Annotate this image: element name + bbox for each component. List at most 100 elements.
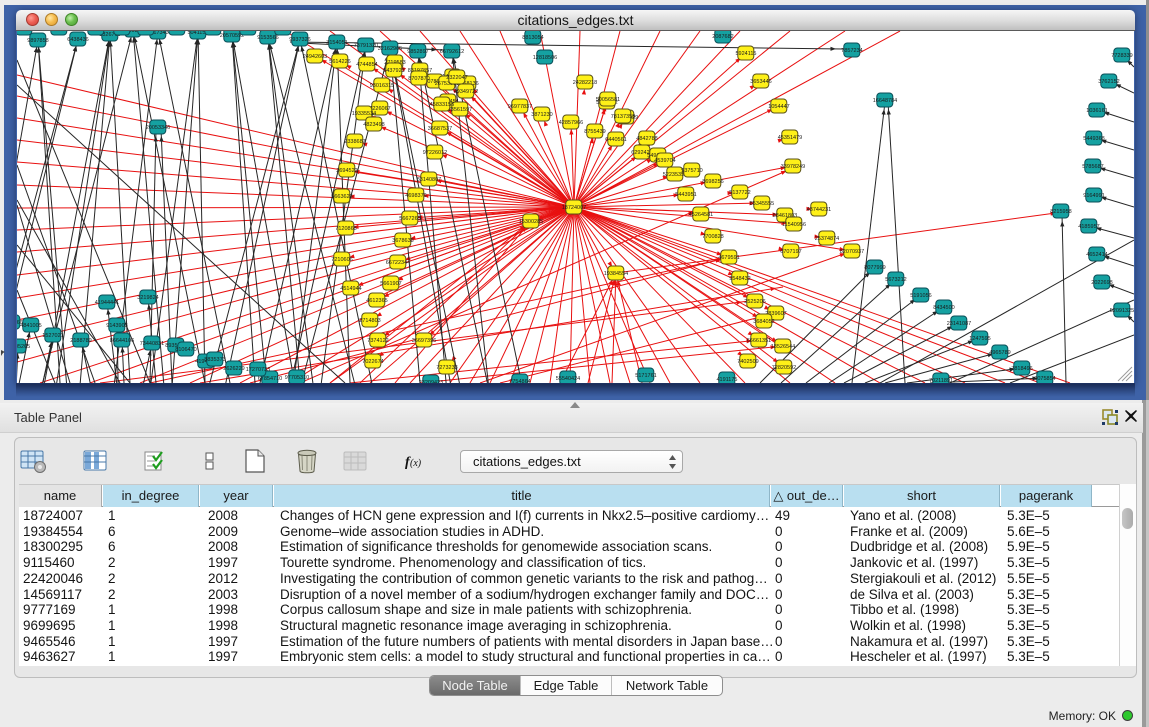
svg-text:2626229: 2626229: [223, 366, 244, 372]
svg-text:49349722: 49349722: [454, 89, 478, 95]
svg-text:7022674: 7022674: [362, 359, 383, 365]
svg-text:5785687: 5785687: [1082, 164, 1103, 170]
svg-text:3684052: 3684052: [753, 319, 774, 325]
svg-text:33978249: 33978249: [781, 164, 805, 170]
svg-text:18526544: 18526544: [771, 344, 795, 350]
svg-text:18724007: 18724007: [562, 205, 586, 211]
svg-text:8215958: 8215958: [1050, 209, 1071, 215]
svg-text:2188789: 2188789: [70, 338, 91, 344]
svg-text:51837852: 51837852: [47, 31, 71, 32]
svg-text:12818506: 12818506: [533, 55, 557, 61]
svg-text:36697396: 36697396: [412, 338, 436, 344]
svg-text:7120868: 7120868: [335, 226, 356, 232]
svg-text:4965789: 4965789: [989, 350, 1010, 356]
svg-text:4860684: 4860684: [237, 31, 258, 32]
svg-text:8813054: 8813054: [522, 35, 543, 41]
svg-text:39557077: 39557077: [271, 31, 295, 32]
svg-text:9937326: 9937326: [289, 37, 310, 43]
svg-text:1247595: 1247595: [969, 336, 990, 342]
svg-text:5663623: 5663623: [331, 194, 352, 200]
svg-text:66661351: 66661351: [747, 338, 771, 344]
svg-text:86644106: 86644106: [110, 338, 134, 344]
svg-text:5443951: 5443951: [675, 192, 696, 198]
svg-text:24282218: 24282218: [573, 80, 597, 86]
svg-text:4185957: 4185957: [1078, 224, 1099, 230]
svg-text:2087682: 2087682: [712, 34, 733, 40]
svg-text:6707197: 6707197: [780, 249, 801, 255]
svg-text:8698256: 8698256: [702, 179, 723, 185]
svg-text:8755439: 8755439: [584, 129, 605, 135]
svg-text:23141087: 23141087: [947, 321, 971, 327]
svg-text:4841005: 4841005: [20, 323, 41, 329]
svg-text:6440561: 6440561: [605, 137, 626, 143]
svg-text:73440831: 73440831: [140, 341, 164, 347]
svg-text:66722344: 66722344: [386, 260, 410, 266]
svg-text:55540424: 55540424: [556, 376, 580, 382]
svg-text:2022698: 2022698: [1091, 280, 1112, 286]
svg-text:85345555: 85345555: [750, 201, 774, 207]
svg-text:82070937: 82070937: [840, 249, 864, 255]
svg-text:36687537: 36687537: [428, 126, 452, 132]
svg-text:3030113: 3030113: [135, 31, 156, 32]
svg-text:7402509: 7402509: [737, 359, 758, 365]
svg-text:7857234: 7857234: [841, 48, 862, 54]
svg-text:97705310: 97705310: [285, 375, 309, 381]
svg-text:24942603: 24942603: [303, 54, 327, 60]
svg-text:5171761: 5171761: [635, 373, 656, 379]
svg-text:4744854: 4744854: [356, 62, 377, 68]
svg-text:8106470: 8106470: [175, 347, 196, 353]
svg-text:4698379: 4698379: [405, 193, 426, 199]
svg-text:4612365: 4612365: [366, 298, 387, 304]
svg-text:9075854: 9075854: [1034, 376, 1055, 382]
svg-text:8077999: 8077999: [864, 265, 885, 271]
svg-text:19335534: 19335534: [352, 111, 376, 117]
svg-text:7700828: 7700828: [702, 234, 723, 240]
svg-text:83140807: 83140807: [417, 177, 441, 183]
svg-text:2694522: 2694522: [336, 168, 357, 174]
svg-text:5673212: 5673212: [885, 277, 906, 283]
svg-text:1527021: 1527021: [42, 333, 63, 339]
svg-text:4842788: 4842788: [636, 136, 657, 142]
svg-text:93016315: 93016315: [370, 83, 394, 89]
svg-text:17270733: 17270733: [246, 367, 270, 373]
svg-text:7210606: 7210606: [331, 257, 352, 263]
svg-text:45833156: 45833156: [430, 102, 454, 108]
svg-text:5191056: 5191056: [910, 293, 931, 299]
svg-text:45351479: 45351479: [778, 135, 802, 141]
svg-text:4539704: 4539704: [654, 158, 675, 164]
svg-text:7818496: 7818496: [1011, 366, 1032, 372]
svg-text:50056581: 50056581: [596, 97, 620, 103]
svg-text:3871230: 3871230: [531, 112, 552, 118]
svg-text:66792612: 66792612: [440, 49, 464, 55]
svg-text:9683481: 9683481: [111, 31, 132, 32]
svg-text:5437923: 5437923: [383, 68, 404, 74]
svg-text:72820592: 72820592: [772, 365, 796, 371]
svg-text:2338687: 2338687: [344, 139, 365, 145]
svg-text:7273233: 7273233: [436, 365, 457, 371]
svg-text:15300285: 15300285: [519, 219, 543, 225]
svg-text:94705205: 94705205: [17, 344, 30, 350]
svg-text:20053346: 20053346: [146, 125, 170, 131]
svg-text:1036161: 1036161: [1086, 108, 1107, 114]
svg-text:5614226: 5614226: [329, 59, 350, 65]
svg-text:5661907: 5661907: [380, 281, 401, 287]
svg-text:9143903: 9143903: [106, 323, 127, 329]
svg-text:3653446: 3653446: [750, 79, 771, 85]
svg-text:3678638: 3678638: [392, 238, 413, 244]
svg-text:43744231: 43744231: [807, 207, 831, 213]
svg-text:11540956: 11540956: [782, 222, 806, 228]
svg-text:9164991: 9164991: [1083, 193, 1104, 199]
svg-text:9153566: 9153566: [257, 35, 278, 41]
svg-text:3154051: 3154051: [326, 40, 347, 46]
svg-text:96977837: 96977837: [508, 104, 532, 110]
svg-text:9852897: 9852897: [407, 49, 428, 55]
svg-text:7374122: 7374122: [367, 338, 388, 344]
svg-text:8707870: 8707870: [408, 76, 429, 82]
svg-text:7264956: 7264956: [85, 31, 106, 32]
svg-text:1054447: 1054447: [768, 104, 789, 110]
svg-text:42857966: 42857966: [559, 120, 583, 126]
svg-text:97226012: 97226012: [423, 150, 447, 156]
svg-text:3219824: 3219824: [137, 295, 158, 301]
svg-text:16648784: 16648784: [873, 98, 897, 104]
svg-text:9897858: 9897858: [27, 38, 48, 44]
